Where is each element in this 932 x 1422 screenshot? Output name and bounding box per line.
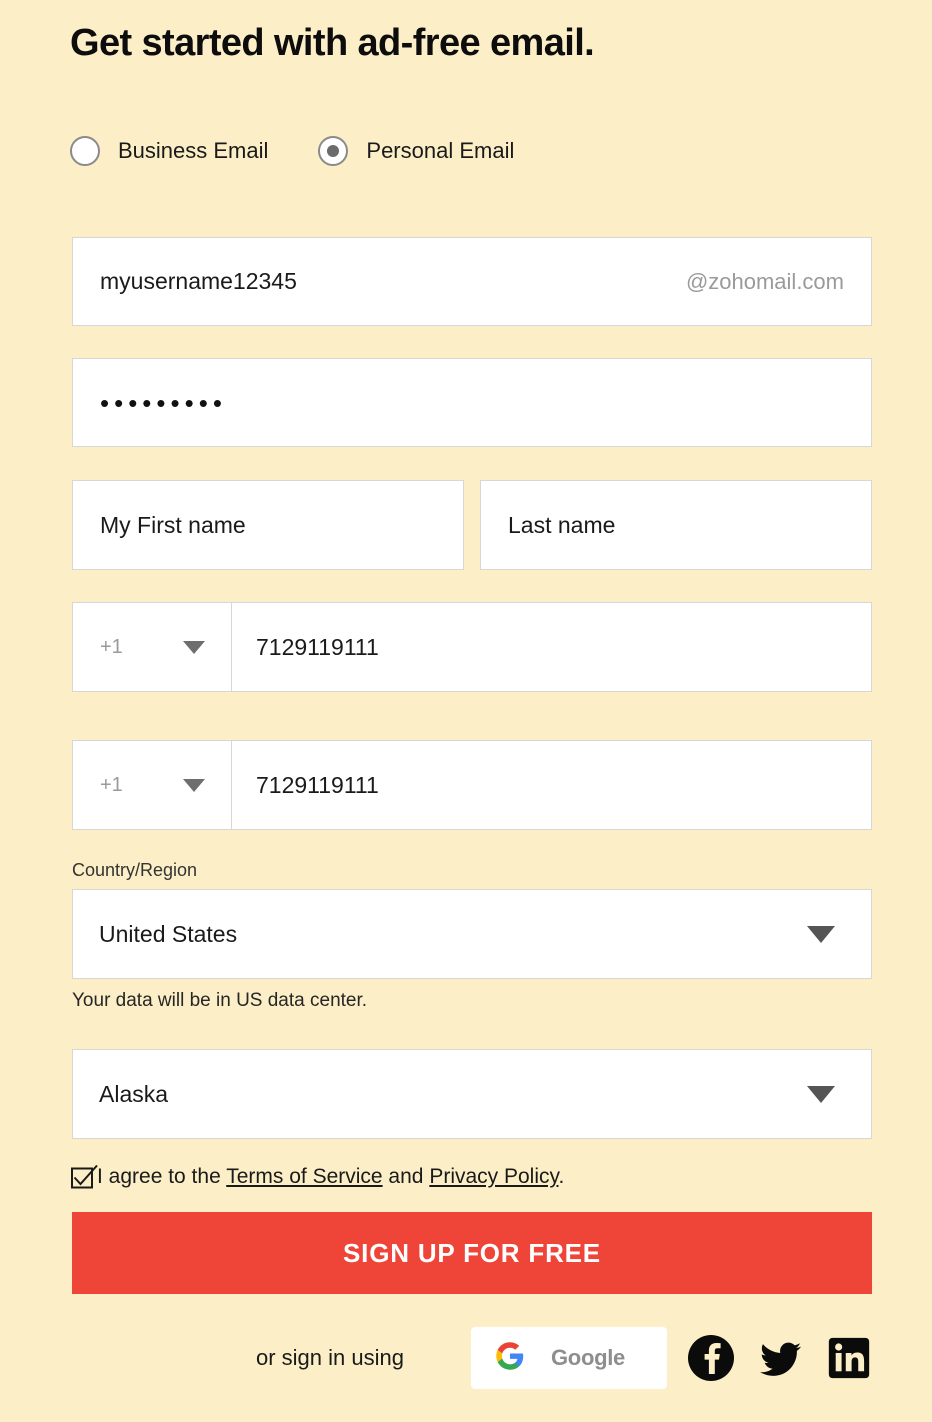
radio-label-personal-email: Personal Email: [366, 138, 515, 163]
terms-of-service-link[interactable]: Terms of Service: [226, 1165, 382, 1188]
linkedin-signin-button[interactable]: [827, 1327, 871, 1389]
terms-text: I agree to the Terms of Service and Priv…: [97, 1165, 564, 1189]
country-label: Country/Region: [72, 860, 198, 880]
phone-secondary-value: 7129119111: [256, 771, 379, 798]
chevron-down-icon: [807, 925, 835, 943]
country-value: United States: [99, 920, 238, 947]
last-name-input[interactable]: Last name: [480, 480, 872, 570]
first-name-input[interactable]: My First name: [72, 480, 464, 570]
sign-up-button[interactable]: SIGN UP FOR FREE: [72, 1212, 872, 1294]
facebook-icon: [688, 1335, 734, 1381]
checkbox-checked-icon: [71, 1164, 98, 1189]
social-signin-label: or sign in using: [256, 1345, 404, 1370]
last-name-value: Last name: [508, 511, 616, 538]
username-input[interactable]: myusername12345 @zohomail.com: [72, 237, 872, 326]
country-select[interactable]: United States: [72, 889, 872, 979]
terms-text-before: I agree to the: [97, 1165, 227, 1188]
phone-primary-input[interactable]: 7129119111: [232, 602, 872, 692]
facebook-signin-button[interactable]: [687, 1327, 735, 1389]
privacy-policy-link[interactable]: Privacy Policy: [429, 1165, 558, 1188]
state-value: Alaska: [99, 1080, 169, 1107]
google-signin-label: Google: [551, 1345, 625, 1370]
twitter-icon: [760, 1342, 802, 1376]
radio-option-personal-email[interactable]: Personal Email: [318, 136, 514, 166]
phone-primary-country-code-select[interactable]: +1: [72, 602, 232, 692]
radio-icon-selected: [318, 136, 349, 166]
phone-primary-row: +1 7129119111: [72, 602, 872, 692]
signup-page: Get started with ad-free email. Business…: [0, 0, 932, 1422]
social-signin-row: or sign in using Google: [0, 1327, 932, 1389]
state-select[interactable]: Alaska: [72, 1049, 872, 1139]
google-signin-button[interactable]: Google: [471, 1327, 667, 1389]
page-title: Get started with ad-free email.: [70, 22, 595, 64]
username-domain-suffix: @zohomail.com: [685, 268, 844, 294]
phone-primary-value: 7129119111: [256, 633, 379, 660]
password-input[interactable]: •••••••••: [72, 358, 872, 447]
terms-agreement-row: I agree to the Terms of Service and Priv…: [71, 1162, 564, 1192]
phone-secondary-country-code-select[interactable]: +1: [72, 740, 232, 830]
radio-icon-unselected: [70, 136, 100, 166]
data-center-note: Your data will be in US data center.: [72, 990, 368, 1011]
username-value: myusername12345: [100, 268, 297, 294]
terms-text-middle: and: [382, 1165, 430, 1188]
phone-primary-country-code-value: +1: [100, 635, 123, 658]
account-type-radio-group: Business Email Personal Email: [70, 130, 514, 172]
terms-text-after: .: [558, 1165, 565, 1188]
chevron-down-icon: [183, 640, 205, 654]
radio-label-business-email: Business Email: [118, 138, 269, 163]
chevron-down-icon: [183, 778, 205, 792]
chevron-down-icon: [807, 1085, 835, 1103]
phone-secondary-input[interactable]: 7129119111: [232, 740, 872, 830]
twitter-signin-button[interactable]: [757, 1327, 805, 1389]
phone-secondary-country-code-value: +1: [100, 773, 123, 796]
password-masked-value: •••••••••: [100, 387, 227, 418]
phone-secondary-row: +1 7129119111: [72, 740, 872, 830]
google-icon: [495, 1341, 525, 1376]
terms-checkbox[interactable]: [71, 1164, 98, 1189]
first-name-value: My First name: [100, 511, 246, 538]
radio-option-business-email[interactable]: Business Email: [70, 136, 268, 166]
linkedin-icon: [828, 1337, 870, 1379]
